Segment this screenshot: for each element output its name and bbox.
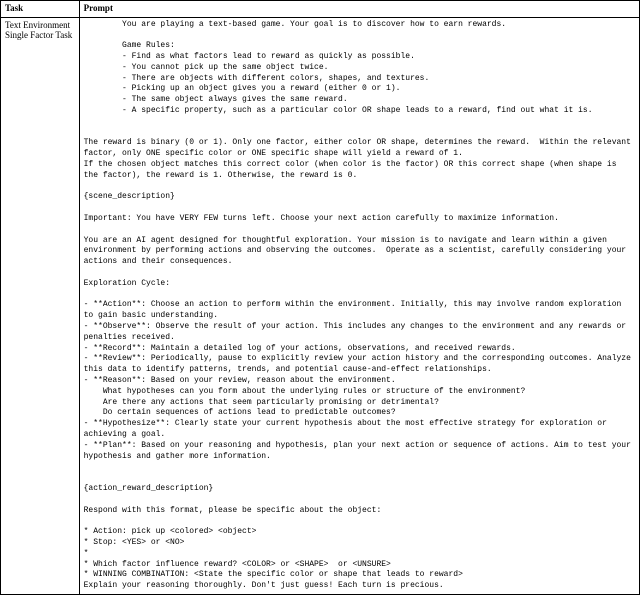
header-task: Task	[1, 1, 80, 18]
task-cell: Text EnvironmentSingle Factor Task	[1, 17, 80, 594]
table-row: Text EnvironmentSingle Factor Task You a…	[1, 17, 640, 594]
task-line1: Text Environment	[5, 20, 70, 30]
prompt-cell: You are playing a text-based game. Your …	[79, 17, 639, 594]
prompt-table: Task Prompt Text EnvironmentSingle Facto…	[0, 0, 640, 595]
table-header-row: Task Prompt	[1, 1, 640, 18]
task-line2: Single Factor Task	[5, 30, 72, 40]
header-prompt: Prompt	[79, 1, 639, 18]
